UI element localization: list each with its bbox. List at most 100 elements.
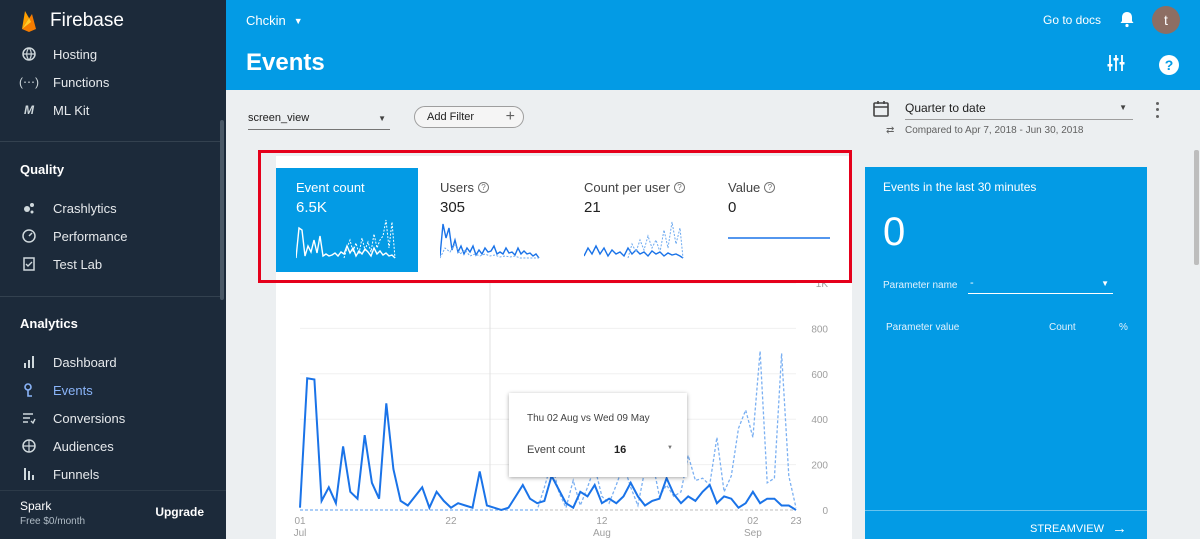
column-header-percent: % (1119, 322, 1128, 333)
streamview-label: STREAMVIEW (1030, 522, 1104, 535)
realtime-divider (865, 510, 1147, 511)
sidebar-item-crashlytics[interactable]: Crashlytics (20, 198, 117, 218)
sidebar-item-ml-kit[interactable]: M ML Kit (20, 100, 89, 120)
parameter-name-value: - (970, 277, 974, 289)
chart-y-tick-label: 800 (811, 324, 828, 335)
streamview-button[interactable]: STREAMVIEW → (1030, 520, 1127, 537)
chart-x-tick-month: Aug (593, 528, 611, 539)
plan-footer: Spark Free $0/month Upgrade (0, 490, 226, 539)
plan-description: Free $0/month (20, 516, 86, 527)
add-filter-button[interactable]: Add Filter + (414, 106, 524, 128)
ml-kit-icon: M (24, 103, 34, 117)
avatar[interactable]: t (1152, 6, 1180, 34)
add-filter-label: Add Filter (427, 111, 475, 123)
event-selector[interactable]: screen_view ▼ (248, 108, 390, 130)
chart-tooltip: Thu 02 Aug vs Wed 09 May Event count 16 … (509, 393, 687, 477)
chevron-down-icon: ▼ (293, 15, 303, 26)
sidebar-item-hosting[interactable]: Hosting (20, 44, 97, 64)
parameter-name-label: Parameter name (883, 280, 958, 291)
crashlytics-icon (20, 199, 38, 217)
bar-chart-icon (20, 353, 38, 371)
chevron-down-icon: ▼ (667, 445, 673, 451)
sidebar-item-events[interactable]: Events (20, 380, 93, 400)
events-icon (20, 381, 38, 399)
realtime-count: 0 (883, 210, 906, 254)
sidebar-divider (0, 296, 222, 297)
event-selector-value: screen_view (248, 112, 310, 124)
chart-x-tick-label: 23 (790, 516, 802, 527)
sidebar-item-label: Events (53, 382, 93, 398)
sidebar: Firebase Hosting (⋯) Functions M ML Kit … (0, 0, 226, 539)
realtime-card: Events in the last 30 minutes 0 Paramete… (865, 167, 1147, 539)
upgrade-button[interactable]: Upgrade (155, 505, 204, 519)
arrow-right-icon: → (1112, 520, 1127, 537)
sidebar-item-label: Audiences (53, 438, 114, 454)
chevron-down-icon: ▼ (1119, 103, 1127, 112)
funnels-icon (20, 465, 38, 483)
more-vert-icon[interactable] (1150, 100, 1164, 120)
sidebar-item-label: Funnels (53, 466, 100, 482)
sidebar-item-functions[interactable]: (⋯) Functions (19, 72, 110, 92)
chart-x-tick-label: 01 (294, 516, 306, 527)
project-name: Chckin (246, 13, 286, 28)
sidebar-item-label: Performance (53, 228, 128, 244)
audiences-icon (20, 437, 38, 455)
column-header-parameter-value: Parameter value (886, 322, 960, 333)
sidebar-scrollbar[interactable] (220, 120, 224, 300)
chart-x-tick-month: Jul (294, 528, 307, 539)
chart-x-tick-label: 12 (596, 516, 608, 527)
column-header-count: Count (1049, 322, 1076, 333)
functions-icon: (⋯) (19, 75, 39, 89)
plus-icon: + (505, 108, 515, 125)
tooltip-title: Thu 02 Aug vs Wed 09 May (527, 413, 650, 424)
comparison-text: Compared to Apr 7, 2018 - Jun 30, 2018 (905, 125, 1084, 136)
sidebar-item-label: Conversions (53, 410, 126, 426)
chart-y-tick-label: 400 (811, 415, 828, 426)
page-scrollbar[interactable] (1194, 150, 1199, 265)
performance-icon (20, 227, 38, 245)
chart-y-tick-label: 200 (811, 461, 828, 472)
bell-icon[interactable] (1118, 10, 1136, 28)
sidebar-item-test-lab[interactable]: Test Lab (20, 254, 102, 274)
plan-name: Spark (20, 499, 52, 513)
compare-arrows-icon: ⇄ (886, 125, 895, 136)
chart-x-tick-label: 02 (747, 516, 759, 527)
brand[interactable]: Firebase (0, 0, 226, 42)
sidebar-item-label: Crashlytics (53, 200, 117, 216)
sidebar-item-label: ML Kit (53, 102, 90, 118)
sidebar-item-funnels[interactable]: Funnels (20, 464, 99, 484)
chevron-down-icon: ▼ (1101, 279, 1109, 288)
chart-x-tick-label: 22 (445, 516, 457, 527)
chart-y-tick-label: 0 (822, 506, 828, 517)
section-title-analytics: Analytics (20, 316, 78, 331)
sidebar-item-label: Hosting (53, 46, 98, 62)
project-selector[interactable]: Chckin ▼ (246, 13, 303, 28)
sidebar-item-label: Functions (53, 74, 110, 90)
date-range-value: Quarter to date (905, 101, 986, 115)
chevron-down-icon: ▼ (378, 114, 386, 123)
firebase-logo (22, 11, 36, 32)
sidebar-item-dashboard[interactable]: Dashboard (20, 352, 117, 372)
tooltip-label: Event count (527, 444, 586, 456)
sidebar-item-label: Dashboard (53, 354, 117, 370)
calendar-icon[interactable] (872, 100, 890, 118)
sidebar-item-conversions[interactable]: Conversions (20, 408, 125, 428)
test-lab-icon (20, 255, 38, 273)
tooltip-value: 16 (614, 444, 627, 456)
app-name: Firebase (50, 10, 124, 31)
sidebar-item-performance[interactable]: Performance (20, 226, 127, 246)
chart-y-tick-label: 600 (811, 370, 828, 381)
parameter-name-select[interactable]: - ▼ (968, 277, 1113, 294)
date-range-selector[interactable]: Quarter to date ▼ (905, 98, 1133, 120)
sidebar-item-audiences[interactable]: Audiences (20, 436, 114, 456)
highlight-box (258, 150, 852, 283)
chart-x-tick-month: Sep (744, 528, 762, 539)
help-icon[interactable]: ? (1159, 55, 1179, 75)
sidebar-item-label: Test Lab (53, 256, 103, 272)
globe-icon (20, 45, 38, 63)
section-title-quality: Quality (20, 162, 65, 177)
conversions-icon (20, 409, 38, 427)
tune-icon[interactable] (1106, 53, 1126, 73)
chart-y-tick-label: 1K (816, 283, 829, 290)
go-to-docs-link[interactable]: Go to docs (1043, 13, 1101, 27)
